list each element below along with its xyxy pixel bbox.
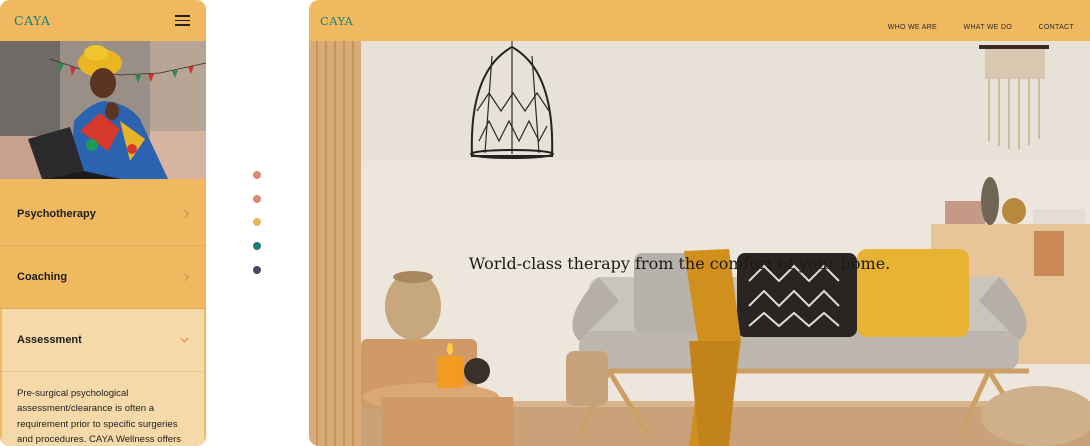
mobile-header: CAYA [0,0,206,42]
accordion-label: Psychotherapy [17,208,96,220]
indicator-dot-4[interactable] [253,242,261,250]
desktop-nav: WHO WE ARE WHAT WE DO CONTACT [866,16,1074,34]
nav-link-contact[interactable]: CONTACT [1039,24,1074,31]
desktop-header: CAYA WHO WE ARE WHAT WE DO CONTACT [309,0,1090,41]
indicator-dot-3[interactable] [253,218,261,226]
indicator-dot-1[interactable] [253,171,261,179]
mobile-preview: CAYA Psychotherapy Coaching Assessment P… [0,0,206,446]
hamburger-icon[interactable] [175,15,190,26]
nav-link-who-we-are[interactable]: WHO WE ARE [888,24,937,31]
chevron-right-icon [184,210,190,218]
chevron-right-icon [184,273,190,281]
nav-link-what-we-do[interactable]: WHAT WE DO [963,24,1012,31]
desktop-preview: CAYA WHO WE ARE WHAT WE DO CONTACT World… [309,0,1090,446]
assessment-text: Pre-surgical psychological assessment/cl… [17,388,182,445]
accordion-label: Assessment [17,334,82,346]
mobile-logo[interactable]: CAYA [14,13,50,28]
accordion-item-psychotherapy[interactable]: Psychotherapy [0,183,206,246]
hero-living-room-image: World-class therapy from the comfort of … [309,41,1090,446]
indicator-dot-5[interactable] [253,266,261,274]
hero-title: World-class therapy from the comfort of … [468,254,891,273]
indicator-dot-2[interactable] [253,195,261,203]
assessment-panel: Pre-surgical psychological assessment/cl… [2,372,204,446]
chevron-down-icon [180,337,189,343]
desktop-logo[interactable]: CAYA [320,14,353,28]
accordion-item-coaching[interactable]: Coaching [0,246,206,309]
accordion-item-assessment[interactable]: Assessment [2,309,204,372]
accordion-label: Coaching [17,271,68,283]
hero-photo-woman-laptop [0,41,206,179]
